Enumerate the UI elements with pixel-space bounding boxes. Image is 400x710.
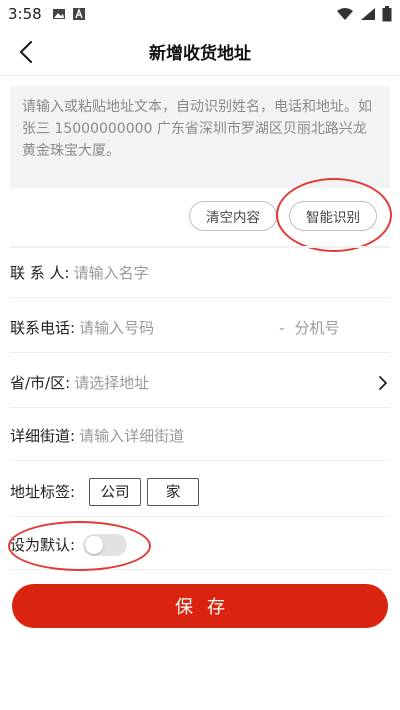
a-notification-icon	[72, 8, 85, 20]
chevron-left-icon	[19, 40, 33, 64]
clear-content-button[interactable]: 清空内容	[189, 201, 277, 231]
default-toggle[interactable]	[83, 533, 128, 556]
back-button[interactable]	[10, 36, 42, 68]
region-row[interactable]: 省/市/区: 请选择地址	[10, 358, 390, 408]
phone-label: 联系电话:	[10, 319, 76, 337]
phone-row: 联系电话: -	[10, 303, 390, 353]
status-bar: 3:58	[0, 0, 400, 28]
street-row: 详细街道:	[10, 411, 390, 461]
battery-icon	[382, 6, 392, 22]
street-input[interactable]	[79, 426, 320, 445]
region-label: 省/市/区:	[10, 374, 71, 392]
default-row: 设为默认:	[10, 520, 390, 570]
default-label: 设为默认:	[10, 536, 76, 554]
status-time: 3:58	[8, 5, 42, 23]
name-row: 联 系 人:	[10, 248, 390, 298]
header: 新增收货地址	[0, 28, 400, 76]
tag-home-button[interactable]: 家	[147, 477, 200, 506]
toggle-knob	[85, 535, 104, 554]
phone-input[interactable]	[79, 318, 260, 337]
tag-company-button[interactable]: 公司	[89, 477, 142, 506]
page-title: 新增收货地址	[149, 44, 251, 64]
phone-ext-dash: -	[279, 318, 285, 337]
name-input[interactable]	[73, 263, 244, 282]
image-notification-icon	[52, 9, 65, 19]
save-button[interactable]: 保存	[12, 584, 388, 628]
address-paste-area[interactable]: 请输入或粘贴地址文本，自动识别姓名，电话和地址。如张三 15000000000 …	[10, 86, 390, 188]
wifi-icon	[337, 8, 353, 20]
extension-input[interactable]	[294, 318, 375, 337]
smart-recognize-button[interactable]: 智能识别	[289, 201, 377, 231]
address-paste-placeholder: 请输入或粘贴地址文本，自动识别姓名，电话和地址。如张三 15000000000 …	[22, 99, 372, 159]
name-label: 联 系 人:	[10, 264, 70, 282]
region-placeholder: 请选择地址	[74, 374, 150, 392]
street-label: 详细街道:	[10, 427, 76, 445]
tag-row: 地址标签: 公司 家	[10, 467, 390, 517]
tag-label: 地址标签:	[10, 483, 76, 501]
chevron-right-icon[interactable]	[378, 375, 388, 391]
signal-icon	[361, 8, 375, 20]
